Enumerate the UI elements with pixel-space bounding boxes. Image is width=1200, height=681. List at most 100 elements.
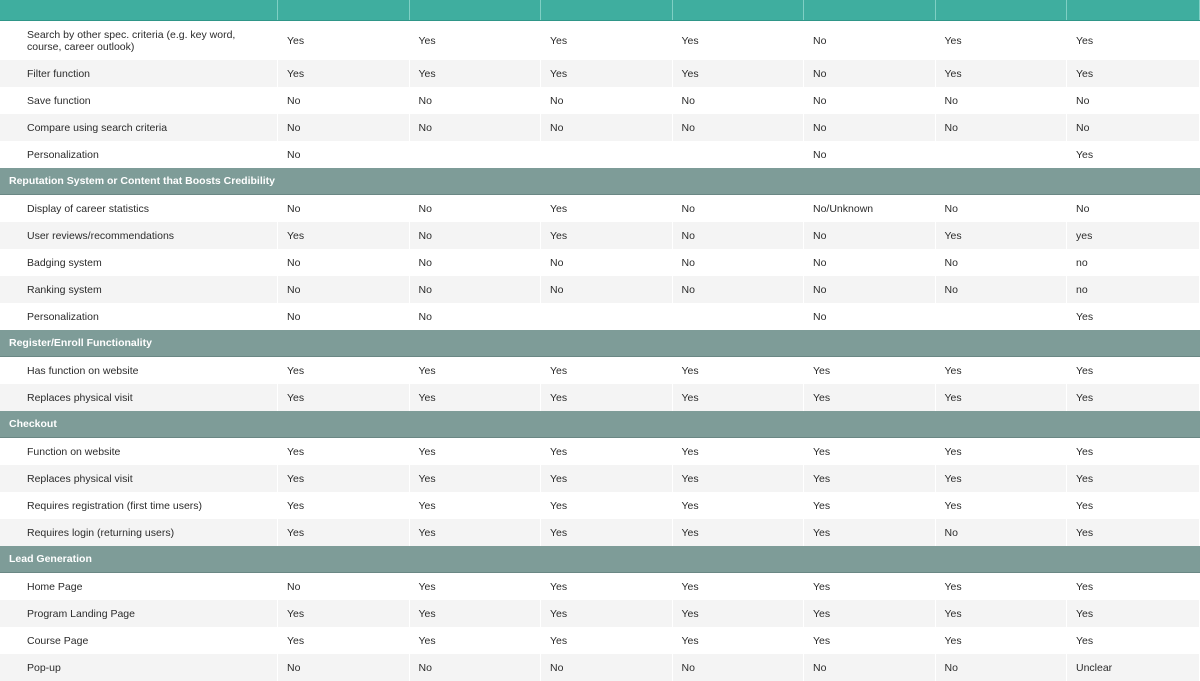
value-cell: No bbox=[804, 87, 936, 114]
value-cell: Yes bbox=[278, 384, 410, 411]
row-label: Search by other spec. criteria (e.g. key… bbox=[0, 21, 278, 60]
value-cell: No bbox=[410, 303, 541, 330]
table-row: Requires registration (first time users)… bbox=[0, 492, 1200, 519]
value-cell: Yes bbox=[673, 600, 804, 627]
comparison-table: Search by other spec. criteria (e.g. key… bbox=[0, 0, 1200, 681]
row-label: Personalization bbox=[0, 303, 278, 330]
value-cell: Yes bbox=[673, 492, 804, 519]
value-cell: Yes bbox=[1067, 60, 1200, 87]
value-cell: Yes bbox=[278, 465, 410, 492]
value-cell: Yes bbox=[1067, 21, 1200, 60]
value-cell: No bbox=[673, 276, 804, 303]
value-cell: No bbox=[804, 21, 936, 60]
row-label: User reviews/recommendations bbox=[0, 222, 278, 249]
row-label: Requires registration (first time users) bbox=[0, 492, 278, 519]
value-cell: No bbox=[804, 222, 936, 249]
value-cell: Yes bbox=[541, 60, 673, 87]
value-cell bbox=[673, 303, 804, 330]
value-cell: Yes bbox=[541, 384, 673, 411]
table-row: Replaces physical visit Yes Yes Yes Yes Yes Ye… bbox=[0, 384, 1200, 411]
value-cell: Yes bbox=[936, 627, 1067, 654]
row-label: Course Page bbox=[0, 627, 278, 654]
value-cell: Yes bbox=[1067, 357, 1200, 384]
value-cell: No bbox=[1067, 114, 1200, 141]
value-cell: Yes bbox=[804, 627, 936, 654]
value-cell: Yes bbox=[1067, 519, 1200, 546]
value-cell: No bbox=[936, 195, 1067, 222]
value-cell: no bbox=[1067, 249, 1200, 276]
value-cell: Yes bbox=[541, 195, 673, 222]
value-cell: Yes bbox=[804, 600, 936, 627]
table-row: Save function No No No No No No No bbox=[0, 87, 1200, 114]
value-cell: Yes bbox=[410, 519, 541, 546]
value-cell: No bbox=[278, 249, 410, 276]
value-cell: Yes bbox=[1067, 600, 1200, 627]
table-row: Function on website Yes Yes Yes Yes Yes Yes Yes bbox=[0, 438, 1200, 465]
section-header: Reputation System or Content that Boosts… bbox=[0, 168, 1200, 195]
value-cell: No bbox=[410, 222, 541, 249]
table-row: Has function on website Yes Yes Yes Yes Yes Ye… bbox=[0, 357, 1200, 384]
table-body: Search by other spec. criteria (e.g. key… bbox=[0, 21, 1200, 681]
value-cell: No bbox=[673, 654, 804, 681]
row-label: Ranking system bbox=[0, 276, 278, 303]
value-cell: Yes bbox=[410, 573, 541, 600]
value-cell: Yes bbox=[673, 519, 804, 546]
value-cell: No bbox=[804, 303, 936, 330]
value-cell bbox=[936, 141, 1067, 168]
row-label: Has function on website bbox=[0, 357, 278, 384]
value-cell: No bbox=[673, 87, 804, 114]
value-cell: No bbox=[673, 195, 804, 222]
section-header: Checkout bbox=[0, 411, 1200, 438]
table-row: Filter function Yes Yes Yes Yes No Yes Yes bbox=[0, 60, 1200, 87]
value-cell: Yes bbox=[278, 600, 410, 627]
value-cell: Yes bbox=[541, 600, 673, 627]
value-cell: No bbox=[804, 141, 936, 168]
value-cell: No bbox=[541, 249, 673, 276]
value-cell: Yes bbox=[1067, 627, 1200, 654]
value-cell: Yes bbox=[541, 222, 673, 249]
table-row: Home Page No Yes Yes Yes Yes Yes Yes bbox=[0, 573, 1200, 600]
row-label: Badging system bbox=[0, 249, 278, 276]
value-cell bbox=[673, 141, 804, 168]
value-cell: No bbox=[410, 114, 541, 141]
value-cell: Yes bbox=[541, 492, 673, 519]
value-cell bbox=[410, 141, 541, 168]
value-cell: Yes bbox=[804, 357, 936, 384]
value-cell: No bbox=[278, 654, 410, 681]
header-cell-3 bbox=[541, 0, 673, 20]
value-cell: No bbox=[936, 519, 1067, 546]
value-cell: No bbox=[936, 249, 1067, 276]
value-cell: Yes bbox=[278, 438, 410, 465]
value-cell: Yes bbox=[936, 573, 1067, 600]
value-cell: Yes bbox=[1067, 492, 1200, 519]
table-row: Program Landing Page Yes Yes Yes Yes Yes Yes Ye… bbox=[0, 600, 1200, 627]
value-cell: No bbox=[541, 114, 673, 141]
value-cell: Yes bbox=[936, 600, 1067, 627]
value-cell: Yes bbox=[936, 60, 1067, 87]
table-row: Course Page Yes Yes Yes Yes Yes Yes Yes bbox=[0, 627, 1200, 654]
row-label: Function on website bbox=[0, 438, 278, 465]
value-cell: No bbox=[936, 114, 1067, 141]
value-cell: No/Unknown bbox=[804, 195, 936, 222]
value-cell: Yes bbox=[278, 519, 410, 546]
value-cell: No bbox=[541, 654, 673, 681]
value-cell: No bbox=[804, 654, 936, 681]
value-cell: Yes bbox=[804, 438, 936, 465]
value-cell: Yes bbox=[278, 357, 410, 384]
value-cell bbox=[936, 303, 1067, 330]
value-cell bbox=[541, 141, 673, 168]
row-label: Pop-up bbox=[0, 654, 278, 681]
value-cell: No bbox=[804, 60, 936, 87]
value-cell: Yes bbox=[278, 627, 410, 654]
value-cell: No bbox=[410, 654, 541, 681]
table-row: Personalization No No No Yes bbox=[0, 303, 1200, 330]
table-row: Display of career statistics No No Yes No No/… bbox=[0, 195, 1200, 222]
value-cell: No bbox=[541, 87, 673, 114]
row-label: Program Landing Page bbox=[0, 600, 278, 627]
value-cell: No bbox=[936, 654, 1067, 681]
table-row: Requires login (returning users) Yes Yes Ye… bbox=[0, 519, 1200, 546]
value-cell: No bbox=[410, 276, 541, 303]
table-row: User reviews/recommendations Yes No Yes No No… bbox=[0, 222, 1200, 249]
value-cell: Yes bbox=[936, 357, 1067, 384]
table-row: Ranking system No No No No No No no bbox=[0, 276, 1200, 303]
